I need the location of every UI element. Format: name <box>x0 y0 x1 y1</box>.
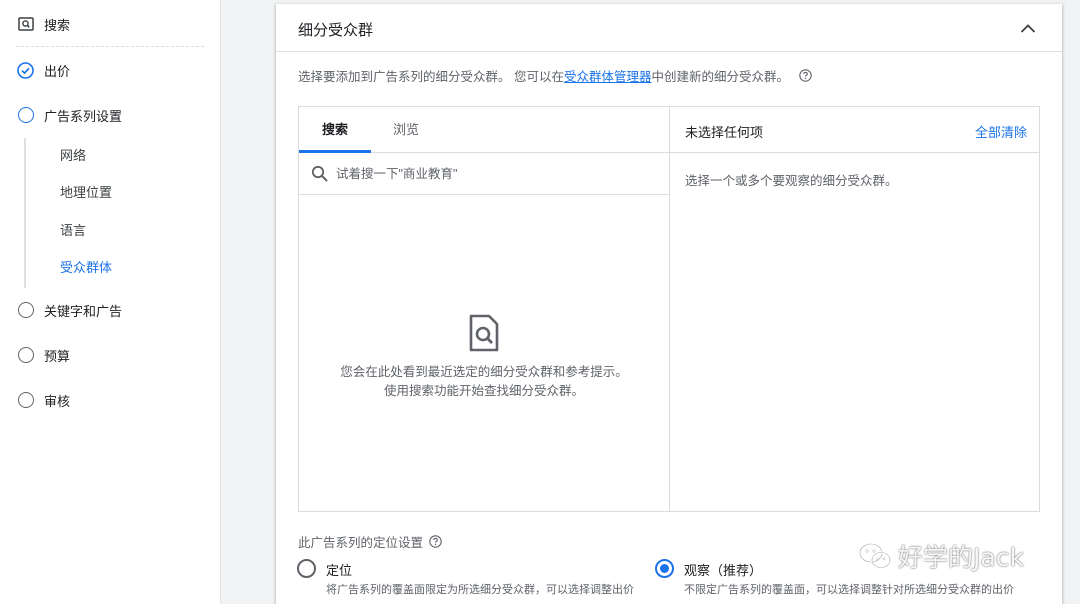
sidebar-item-label: 关键字和广告 <box>44 303 123 319</box>
sidebar-subitem-network[interactable]: 网络 <box>60 146 86 166</box>
sidebar-item-label: 审核 <box>44 393 71 409</box>
circle-icon <box>17 392 34 409</box>
card-description: 选择要添加到广告系列的细分受众群。 您可以在 受众群体管理器 中创建新的细分受众群。 <box>298 66 812 85</box>
empty-state-text: 您会在此处看到最近选定的细分受众群和参考提示。 使用搜索功能开始查找细分受众群。 <box>299 363 669 401</box>
card-title: 细分受众群 <box>298 22 374 39</box>
sidebar-item-bidding[interactable]: 出价 <box>0 55 221 85</box>
search-input[interactable] <box>336 161 656 187</box>
sidebar-subitem-location[interactable]: 地理位置 <box>60 183 112 203</box>
subnav-line <box>24 138 26 288</box>
selector-left-panel: 搜索 浏览 试着搜一下"商业教育" 您会在此处看到最近选定的细分受众群和参考提示… <box>299 107 670 511</box>
selected-header: 未选择任何项 全部清除 <box>670 107 1039 153</box>
search-row <box>299 153 669 195</box>
targeting-setting-label: 此广告系列的定位设置 <box>298 532 442 551</box>
sidebar: 搜索 出价 广告系列设置 网络 地理位置 语言 受众群体 关键字和广告 预算 审… <box>0 0 221 604</box>
radio-title: 观察（推荐） <box>684 563 763 578</box>
sidebar-item-label: 广告系列设置 <box>44 108 123 124</box>
card-header[interactable]: 细分受众群 <box>276 4 1062 52</box>
radio-button[interactable] <box>297 559 316 578</box>
sidebar-item-label: 出价 <box>44 63 71 79</box>
selector-right-panel: 未选择任何项 全部清除 选择一个或多个要观察的细分受众群。 <box>670 107 1039 511</box>
sidebar-item-campaign-settings[interactable]: 广告系列设置 <box>0 100 221 130</box>
empty-state-line1: 您会在此处看到最近选定的细分受众群和参考提示。 <box>340 365 628 379</box>
radio-title: 定位 <box>326 563 353 578</box>
sidebar-subitem-language[interactable]: 语言 <box>60 221 86 241</box>
circle-icon <box>17 302 34 319</box>
selected-title: 未选择任何项 <box>685 125 764 140</box>
circle-icon <box>17 347 34 364</box>
audience-manager-link[interactable]: 受众群体管理器 <box>564 66 652 85</box>
sidebar-item-label: 搜索 <box>44 17 71 33</box>
circle-icon <box>17 107 34 124</box>
help-icon[interactable] <box>429 535 442 548</box>
search-icon <box>311 165 329 183</box>
sidebar-subitem-audiences[interactable]: 受众群体 <box>60 258 112 278</box>
selected-hint: 选择一个或多个要观察的细分受众群。 <box>685 174 898 188</box>
radio-description: 将广告系列的覆盖面限定为所选细分受众群，可以选择调整出价 <box>326 584 634 596</box>
radio-button-checked[interactable] <box>655 559 674 578</box>
sidebar-divider <box>16 46 204 47</box>
description-text: 中创建新的细分受众群。 <box>651 70 790 84</box>
check-circle-icon <box>17 61 34 79</box>
sidebar-item-review[interactable]: 审核 <box>0 385 221 415</box>
description-text: 选择要添加到广告系列的细分受众群。 您可以在 <box>298 70 564 84</box>
empty-state-line2: 使用搜索功能开始查找细分受众群。 <box>383 384 584 398</box>
chevron-up-icon[interactable] <box>1018 19 1038 39</box>
audience-segments-card: 细分受众群 选择要添加到广告系列的细分受众群。 您可以在 受众群体管理器 中创建新的… <box>276 4 1062 604</box>
help-icon[interactable] <box>799 69 812 82</box>
sidebar-item-keywords-ads[interactable]: 关键字和广告 <box>0 295 221 325</box>
sidebar-item-label: 预算 <box>44 348 71 364</box>
find-in-page-icon <box>468 313 500 353</box>
sidebar-item-search[interactable]: 搜索 <box>0 9 221 39</box>
audience-selector: 搜索 浏览 试着搜一下"商业教育" 您会在此处看到最近选定的细分受众群和参考提示… <box>298 106 1040 512</box>
radio-description: 不限定广告系列的覆盖面，可以选择调整针对所选细分受众群的出价 <box>684 584 1014 596</box>
sidebar-item-budget[interactable]: 预算 <box>0 340 221 370</box>
selector-tabs: 搜索 浏览 <box>299 107 669 153</box>
clear-all-button[interactable]: 全部清除 <box>975 122 1027 141</box>
search-box-icon <box>17 16 34 33</box>
targeting-label-text: 此广告系列的定位设置 <box>298 536 424 550</box>
tab-search[interactable]: 搜索 <box>299 107 371 153</box>
tab-browse[interactable]: 浏览 <box>371 107 441 153</box>
